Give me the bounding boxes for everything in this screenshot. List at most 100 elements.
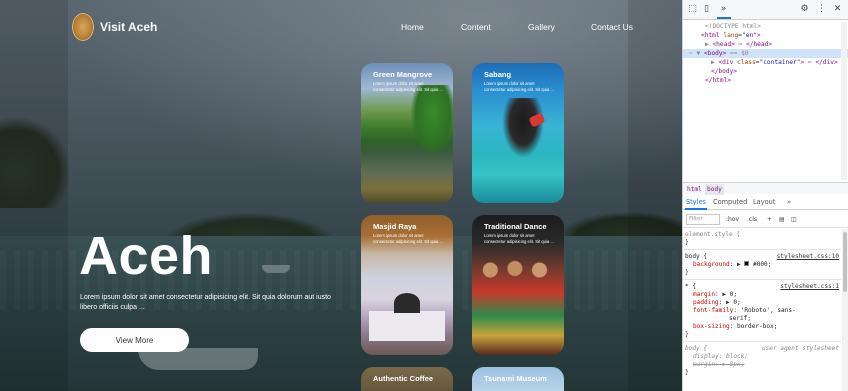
tab-more[interactable]: » <box>787 196 791 209</box>
dom-body-close: </body> <box>711 68 738 75</box>
active-tab-indicator <box>717 17 731 19</box>
dom-doctype: <!DOCTYPE html> <box>705 23 761 30</box>
crumb-html[interactable]: html <box>685 184 704 195</box>
styles-scroll-thumb[interactable] <box>843 232 847 292</box>
styles-pane-tabs: Styles Computed Layout » <box>683 196 848 210</box>
dom-tree: <!DOCTYPE html> <html lang="en"> ▶ <head… <box>683 21 848 181</box>
hero-title: Aceh <box>79 226 214 286</box>
card-authentic-coffee[interactable]: Authentic Coffee <box>361 367 453 391</box>
card-title: Sabang <box>484 70 512 79</box>
card-description: Lorem ipsum dolor sit amet consectetur a… <box>373 233 443 244</box>
decl-padding[interactable]: padding: ▶ 0; <box>683 299 841 307</box>
rule-body[interactable]: body { stylesheet.css:10 <box>683 253 841 261</box>
class-toggle[interactable]: .cls <box>747 215 757 225</box>
body-selector: body { <box>685 253 708 260</box>
decl-box-sizing[interactable]: box-sizing: border-box; <box>683 323 841 331</box>
prop-display: display <box>693 353 719 360</box>
prop-box-sizing: box-sizing <box>693 323 730 330</box>
dom-body-selected[interactable]: ⋯ ▼ <body> == $0 <box>683 49 848 58</box>
kebab-menu-icon[interactable]: ⋮ <box>816 4 827 15</box>
body-rule-source[interactable]: stylesheet.css:10 <box>777 253 839 261</box>
prop-background: background <box>693 261 730 268</box>
mosque-building-image <box>369 311 445 341</box>
new-rule-button[interactable]: + <box>767 215 772 225</box>
card-title: Authentic Coffee <box>373 374 433 383</box>
universal-rule-source[interactable]: stylesheet.css:1 <box>780 283 839 291</box>
inspect-element-icon[interactable]: ⬚ <box>687 4 698 15</box>
card-title: Traditional Dance <box>484 222 547 231</box>
dom-head[interactable]: ▶ <head> ⋯ </head> <box>683 40 848 49</box>
styles-filter-row: Filter :hov .cls + ▤ ◫ <box>683 212 848 228</box>
background-shade-right <box>628 0 682 391</box>
nav-contact-us[interactable]: Contact Us <box>591 22 633 32</box>
card-title: Masjid Raya <box>373 222 417 231</box>
val-display: block; <box>726 353 749 360</box>
view-more-button[interactable]: View More <box>80 328 189 352</box>
val-background: #000; <box>753 261 772 268</box>
rule-user-agent[interactable]: body { user agent stylesheet <box>683 345 841 353</box>
settings-gear-icon[interactable]: ⚙ <box>799 4 810 15</box>
diver-image <box>502 98 544 158</box>
val-font-family-cont: serif; <box>729 315 752 322</box>
crumb-body[interactable]: body <box>705 184 724 195</box>
div-open-tag: <div <box>718 59 734 66</box>
color-swatch-icon[interactable] <box>744 261 750 266</box>
rule-divider <box>683 341 841 342</box>
rule-divider <box>683 279 841 280</box>
card-green-mangrove[interactable]: Green Mangrove Lorem ipsum dolor sit ame… <box>361 63 453 203</box>
styles-tab-indicator <box>685 208 707 210</box>
rule-element-style[interactable]: element.style { <box>683 231 841 239</box>
dom-div-container[interactable]: ▶ <div class="container"> ⋯ </div> <box>683 58 848 67</box>
nav-home[interactable]: Home <box>401 22 424 32</box>
ua-label: user agent stylesheet <box>761 345 839 352</box>
more-tabs-icon[interactable]: » <box>718 4 729 15</box>
decl-margin-overridden: margin: ▶ 8px; <box>693 361 745 368</box>
decl-background[interactable]: background: ▶ #000; <box>683 261 841 269</box>
mosque-dome-image <box>394 293 420 313</box>
tab-layout[interactable]: Layout <box>753 196 775 209</box>
rule-divider <box>683 249 841 250</box>
card-description: Lorem ipsum dolor sit amet consectetur a… <box>373 81 443 92</box>
div-class-value: "container" <box>759 59 801 66</box>
card-tsunami-museum[interactable]: Tsunami Museum <box>472 367 564 391</box>
rule-universal[interactable]: * {stylesheet.css:1 <box>683 283 841 291</box>
boat-image-small <box>262 265 290 273</box>
mangrove-tree-image <box>411 85 453 155</box>
main-nav: Home Content Gallery Contact Us <box>0 22 682 36</box>
prop-padding: padding <box>693 299 719 306</box>
hero-description: Lorem ipsum dolor sit amet consectetur a… <box>80 294 331 311</box>
val-box-sizing: border-box; <box>737 323 778 330</box>
rule-close: } <box>685 269 689 276</box>
prop-font-family: font-family <box>693 307 734 314</box>
rule-close: } <box>685 331 689 338</box>
dom-html-open[interactable]: <html lang="en"> <box>683 31 848 40</box>
nav-content[interactable]: Content <box>461 22 491 32</box>
tab-computed[interactable]: Computed <box>713 196 747 209</box>
card-description: Lorem ipsum dolor sit amet consectetur a… <box>484 81 554 92</box>
nav-gallery[interactable]: Gallery <box>528 22 555 32</box>
filter-input[interactable]: Filter <box>686 214 720 225</box>
card-sabang[interactable]: Sabang Lorem ipsum dolor sit amet consec… <box>472 63 564 203</box>
dom-scrollbar[interactable] <box>841 22 847 180</box>
card-title: Green Mangrove <box>373 70 433 79</box>
html-lang-attr: lang <box>723 32 739 39</box>
card-traditional-dance[interactable]: Traditional Dance Lorem ipsum dolor sit … <box>472 215 564 355</box>
head-tag: <head> ⋯ </head> <box>712 41 773 48</box>
hover-state-toggle[interactable]: :hov <box>726 215 739 225</box>
card-description: Lorem ipsum dolor sit amet consectetur a… <box>484 233 554 244</box>
decl-margin[interactable]: margin: ▶ 0; <box>683 291 841 299</box>
close-icon[interactable]: ✕ <box>832 4 843 15</box>
toggle-sidebar-icon[interactable]: ◫ <box>791 215 797 225</box>
dom-html-close: </html> <box>705 77 732 84</box>
styles-rules: element.style { } body { stylesheet.css:1… <box>683 229 841 391</box>
dancers-image <box>478 255 560 285</box>
computed-styles-icon[interactable]: ▤ <box>779 215 785 225</box>
ua-selector: body { <box>685 345 708 352</box>
card-masjid-raya[interactable]: Masjid Raya Lorem ipsum dolor sit amet c… <box>361 215 453 355</box>
device-toolbar-icon[interactable]: ▯ <box>701 4 712 15</box>
decl-font-family[interactable]: font-family: 'Roboto', sans- <box>683 307 841 315</box>
val-font-family: 'Roboto', sans- <box>740 307 796 314</box>
devtools-toolbar: ⬚ ▯ » ⚙ ⋮ ✕ <box>683 0 848 20</box>
html-open-tag: <html <box>701 32 720 39</box>
selected-marker: == $0 <box>730 50 749 57</box>
